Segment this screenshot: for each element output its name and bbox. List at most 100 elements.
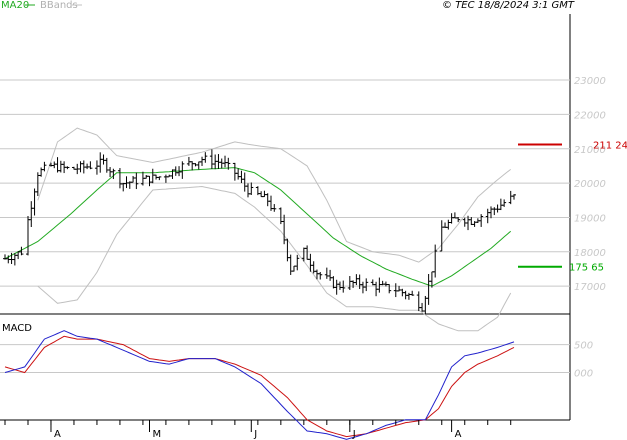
price-bar: [508, 190, 513, 205]
price-bar: [200, 156, 205, 166]
price-bar: [357, 274, 362, 289]
y-tick-label: 22000: [574, 110, 606, 121]
main-panel-grid: 17000180001900020000210002200023000: [0, 14, 606, 421]
price-bar: [232, 162, 237, 181]
support-label: 175 65: [569, 263, 604, 274]
y-tick-label: 20000: [574, 179, 606, 190]
price-bar: [334, 279, 339, 295]
price-bar: [246, 183, 251, 198]
price-bar: [88, 161, 93, 170]
price-bar: [495, 204, 500, 213]
price-bar: [420, 302, 425, 312]
price-bar: [305, 245, 310, 260]
price-bar: [32, 188, 37, 216]
price-bar: [223, 155, 228, 168]
macd-panel: 500 000: [0, 330, 593, 440]
price-bar: [295, 254, 300, 271]
price-bar: [203, 152, 208, 163]
price-bar: [354, 274, 359, 286]
main-panel: 211 24 175 65: [3, 127, 627, 332]
macd-tick-label: 000: [574, 369, 593, 380]
x-tick-label: M: [152, 429, 161, 440]
macd-line: [4, 330, 515, 440]
price-bar: [124, 176, 129, 189]
legend-ma20: MA20: [1, 0, 29, 11]
price-bar: [416, 291, 421, 312]
price-bar: [239, 170, 244, 184]
copyright-text: © TEC 18/8/2024 3:1 GMT: [442, 0, 575, 11]
price-bar: [351, 280, 356, 288]
price-bar: [410, 290, 415, 296]
price-bar: [291, 265, 296, 272]
price-bar: [449, 213, 454, 224]
price-bar: [190, 161, 195, 171]
price-bar: [324, 267, 329, 279]
price-bar: [134, 172, 139, 190]
x-tick-label: A: [455, 429, 462, 440]
price-bar: [347, 276, 352, 291]
price-bar: [144, 174, 149, 179]
price-bar: [209, 149, 214, 170]
x-tick-label: A: [54, 429, 61, 440]
x-tick-label: J: [253, 429, 257, 440]
price-bar: [469, 217, 474, 226]
price-bar: [236, 168, 241, 180]
price-bar: [262, 190, 267, 198]
price-bar: [479, 214, 484, 227]
price-bar: [42, 161, 47, 172]
price-bar: [328, 269, 333, 281]
y-tick-label: 17000: [574, 282, 606, 293]
price-bar: [364, 278, 369, 292]
price-bar: [492, 207, 497, 216]
macd-tick-label: 500: [574, 341, 593, 352]
price-bar: [512, 194, 516, 200]
price-bar: [318, 272, 323, 280]
x-tick-label: J: [352, 429, 356, 440]
price-bar: [259, 191, 264, 198]
price-bar: [377, 277, 382, 293]
price-bar: [121, 182, 126, 192]
price-bar: [117, 168, 122, 189]
price-bar: [78, 161, 83, 173]
signal-line: [4, 335, 515, 438]
price-bar: [406, 292, 411, 300]
price-bar: [502, 199, 507, 207]
price-bar: [249, 182, 254, 195]
price-bar: [462, 217, 467, 227]
price-bar: [85, 163, 90, 170]
price-bar: [446, 219, 451, 230]
price-bar: [101, 154, 106, 165]
price-bar: [397, 285, 402, 292]
price-bar: [498, 198, 503, 211]
price-bar: [39, 167, 44, 177]
price-bar: [265, 193, 270, 207]
price-bar: [216, 154, 221, 169]
price-bar: [308, 253, 313, 272]
resistance-label: 211 24: [593, 140, 627, 151]
price-bar: [157, 176, 162, 181]
macd-title: MACD: [2, 323, 32, 334]
price-bar: [242, 172, 247, 192]
price-bar: [65, 166, 70, 170]
price-bar: [163, 174, 168, 183]
price-bar: [147, 175, 152, 187]
price-bar: [393, 283, 398, 298]
price-bar: [426, 273, 431, 305]
price-bar: [29, 201, 34, 228]
price-bar: [94, 160, 99, 175]
price-bar: [387, 284, 392, 294]
price-bar: [131, 175, 136, 183]
price-bar: [52, 161, 57, 169]
price-bar: [272, 204, 277, 212]
price-bar: [170, 169, 175, 179]
price-bar: [58, 160, 63, 173]
price-bar: [288, 254, 293, 275]
price-bar: [98, 152, 103, 173]
y-tick-label: 18000: [574, 248, 606, 259]
stock-chart: 17000180001900020000210002200023000 211 …: [0, 0, 627, 440]
price-bar: [196, 161, 201, 170]
x-axis: AMJJA: [4, 420, 512, 440]
price-bar: [485, 208, 490, 224]
price-bar: [25, 215, 30, 256]
price-bar: [180, 161, 185, 179]
